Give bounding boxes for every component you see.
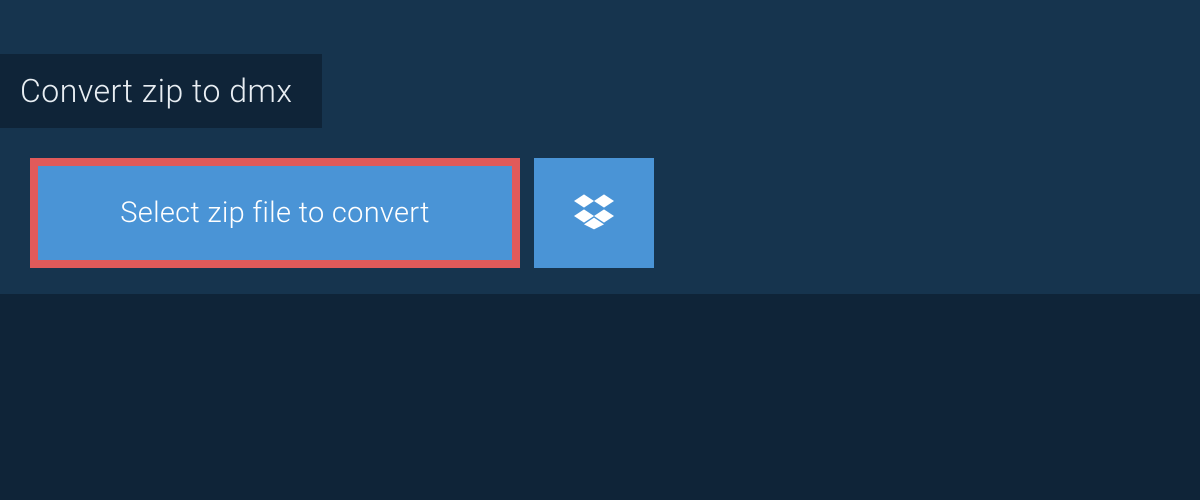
button-row: Select zip file to convert [30,158,654,268]
page-title: Convert zip to dmx [0,54,322,128]
select-file-label: Select zip file to convert [120,196,429,230]
select-file-button[interactable]: Select zip file to convert [30,158,520,268]
dropbox-icon [574,192,614,234]
dropbox-upload-button[interactable] [534,158,654,268]
title-text: Convert zip to dmx [20,72,292,110]
converter-section: Convert zip to dmx Select zip file to co… [0,0,1200,294]
